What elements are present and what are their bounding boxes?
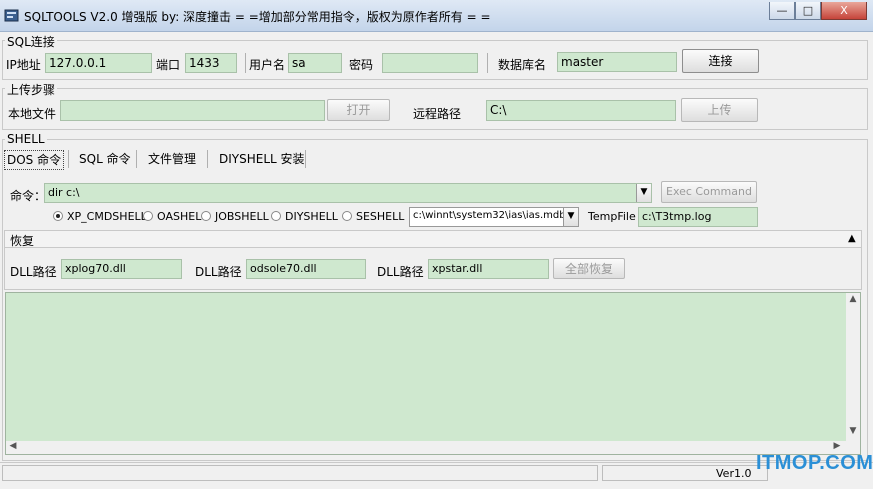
upload-button[interactable]: 上传 xyxy=(681,98,758,122)
tempfile-input[interactable]: c:\T3tmp.log xyxy=(638,207,758,227)
local-file-label: 本地文件 xyxy=(8,107,57,121)
collapse-icon[interactable]: ▲ xyxy=(848,233,856,244)
dll-path-input-3[interactable]: xpstar.dll xyxy=(428,259,549,279)
tab-file-manager[interactable]: 文件管理 xyxy=(146,150,198,168)
exec-command-button[interactable]: Exec Command xyxy=(661,181,757,203)
radio-oashel[interactable] xyxy=(143,211,153,221)
sql-connect-legend: SQL连接 xyxy=(5,33,57,50)
maximize-button[interactable]: □ xyxy=(795,2,821,20)
ip-label: IP地址 xyxy=(6,58,41,72)
radio-label: OASHEL xyxy=(157,210,202,223)
ip-input[interactable]: 127.0.0.1 xyxy=(45,53,152,73)
radio-diyshell[interactable] xyxy=(271,211,281,221)
close-button[interactable]: X xyxy=(821,2,867,20)
mdb-path-select[interactable]: c:\winnt\system32\ias\ias.mdb xyxy=(409,207,579,227)
restore-legend: 恢复 xyxy=(10,234,35,248)
connect-button[interactable]: 连接 xyxy=(682,49,759,73)
user-input[interactable]: sa xyxy=(288,53,342,73)
watermark-logo: ITMOP.COM xyxy=(756,452,873,474)
port-label: 端口 xyxy=(156,58,181,72)
tab-separator xyxy=(68,150,69,168)
dll-path-input-1[interactable]: xplog70.dll xyxy=(61,259,182,279)
separator xyxy=(487,53,488,73)
upload-legend: 上传步骤 xyxy=(5,81,58,98)
radio-label: SESHELL xyxy=(356,210,405,223)
scroll-down-icon[interactable]: ▼ xyxy=(846,426,860,440)
password-label: 密码 xyxy=(349,58,374,72)
radio-jobshell[interactable] xyxy=(201,211,211,221)
horizontal-scrollbar[interactable] xyxy=(6,441,846,454)
title-bar: SQLTOOLS V2.0 增强版 by: 深度撞击 = =增加部分常用指令，版… xyxy=(0,0,873,32)
minimize-button[interactable]: — xyxy=(769,2,795,20)
status-pane-1 xyxy=(2,465,598,481)
remote-path-label: 远程路径 xyxy=(413,107,462,121)
tab-sql-command[interactable]: SQL 命令 xyxy=(77,150,133,168)
open-button[interactable]: 打开 xyxy=(327,99,390,121)
tempfile-label: TempFile xyxy=(588,210,636,223)
dll-label-3: DLL路径 xyxy=(377,265,424,279)
tab-dos-command[interactable]: DOS 命令 xyxy=(4,150,65,170)
shell-legend: SHELL xyxy=(5,132,47,146)
radio-label: XP_CMDSHELL xyxy=(67,210,147,223)
version-label: Ver1.0 xyxy=(716,467,752,480)
radio-label: DIYSHELL xyxy=(285,210,338,223)
remote-path-input[interactable]: C:\ xyxy=(486,100,676,121)
command-input[interactable]: dir c:\ xyxy=(44,183,652,203)
scroll-left-icon[interactable]: ◀ xyxy=(6,441,20,454)
mdb-path-value: c:\winnt\system32\ias\ias.mdb xyxy=(413,210,566,221)
dll-label-1: DLL路径 xyxy=(10,265,57,279)
command-dropdown-icon[interactable]: ▼ xyxy=(636,184,651,202)
window-title: SQLTOOLS V2.0 增强版 by: 深度撞击 = =增加部分常用指令，版… xyxy=(24,10,491,24)
separator xyxy=(245,53,246,73)
local-file-input[interactable] xyxy=(60,100,325,121)
database-label: 数据库名 xyxy=(498,58,547,72)
dll-path-input-2[interactable]: odsole70.dll xyxy=(246,259,366,279)
tab-separator xyxy=(305,150,306,168)
tab-diyshell-install[interactable]: DIYSHELL 安装 xyxy=(217,150,307,168)
command-label: 命令： xyxy=(10,189,47,203)
radio-label: JOBSHELL xyxy=(215,210,269,223)
database-input[interactable]: master xyxy=(557,52,677,72)
port-input[interactable]: 1433 xyxy=(185,53,237,73)
mdb-dropdown-icon[interactable]: ▼ xyxy=(563,208,578,226)
restore-all-button[interactable]: 全部恢复 xyxy=(553,258,625,279)
scroll-up-icon[interactable]: ▲ xyxy=(846,294,860,308)
tab-separator xyxy=(136,150,137,168)
command-value: dir c:\ xyxy=(48,186,80,199)
dll-label-2: DLL路径 xyxy=(195,265,242,279)
radio-xp-cmdshell[interactable] xyxy=(53,211,63,221)
output-textarea[interactable] xyxy=(5,292,861,455)
app-icon xyxy=(4,8,19,23)
radio-seshell[interactable] xyxy=(342,211,352,221)
user-label: 用户名 xyxy=(249,58,286,72)
restore-header xyxy=(5,231,861,248)
password-input[interactable] xyxy=(382,53,478,73)
tab-separator xyxy=(207,150,208,168)
